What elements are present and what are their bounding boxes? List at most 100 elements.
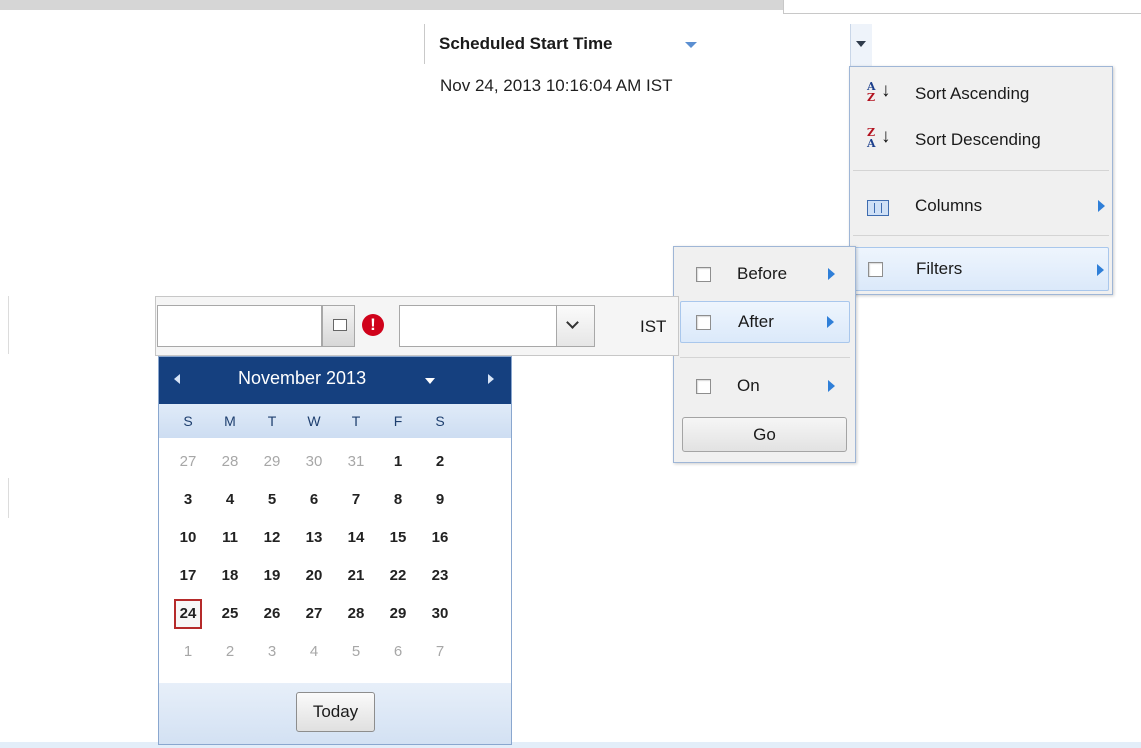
calendar-day[interactable]: 19 bbox=[258, 561, 286, 591]
menu-item-sort-ascending[interactable]: A Z ↓ Sort Ascending bbox=[853, 75, 1109, 113]
sort-ascending-icon: A Z ↓ bbox=[865, 80, 895, 108]
calendar-day-other-month[interactable]: 3 bbox=[258, 637, 286, 667]
submenu-arrow-icon bbox=[828, 380, 835, 392]
calendar-day[interactable]: 23 bbox=[426, 561, 454, 591]
weekday-label: W bbox=[307, 413, 321, 429]
weekday-label: S bbox=[435, 413, 445, 429]
chevron-down-icon[interactable] bbox=[425, 378, 435, 384]
previous-month-icon[interactable] bbox=[174, 374, 180, 384]
calendar-day[interactable]: 11 bbox=[216, 523, 244, 553]
calendar-day-other-month[interactable]: 29 bbox=[258, 447, 286, 477]
top-right-pane bbox=[783, 0, 1141, 14]
calendar-day-selected[interactable]: 24 bbox=[174, 599, 202, 629]
calendar-day-other-month[interactable]: 4 bbox=[300, 637, 328, 667]
calendar-day-other-month[interactable]: 30 bbox=[300, 447, 328, 477]
calendar-day[interactable]: 17 bbox=[174, 561, 202, 591]
calendar-day[interactable]: 10 bbox=[174, 523, 202, 553]
sort-descending-icon: Z A ↓ bbox=[865, 126, 895, 154]
calendar-day[interactable]: 2 bbox=[426, 447, 454, 477]
calendar-day[interactable]: 7 bbox=[342, 485, 370, 515]
menu-separator bbox=[853, 170, 1109, 171]
before-checkbox[interactable] bbox=[696, 267, 711, 282]
calendar-day[interactable]: 22 bbox=[384, 561, 412, 591]
next-month-icon[interactable] bbox=[488, 374, 494, 384]
go-button[interactable]: Go bbox=[682, 417, 847, 452]
calendar-day[interactable]: 27 bbox=[300, 599, 328, 629]
left-divider bbox=[8, 296, 9, 354]
menu-item-label: Filters bbox=[916, 259, 963, 278]
timezone-label: IST bbox=[640, 317, 667, 336]
weekday-label: T bbox=[351, 413, 361, 429]
filter-item-label: Before bbox=[737, 264, 788, 283]
calendar-day-other-month[interactable]: 1 bbox=[174, 637, 202, 667]
filter-item-label: After bbox=[738, 312, 774, 331]
today-button[interactable]: Today bbox=[296, 692, 375, 732]
column-divider bbox=[424, 24, 425, 64]
calendar-day[interactable]: 8 bbox=[384, 485, 412, 515]
calendar-day[interactable]: 28 bbox=[342, 599, 370, 629]
calendar-day-other-month[interactable]: 6 bbox=[384, 637, 412, 667]
calendar-day-other-month[interactable]: 28 bbox=[216, 447, 244, 477]
time-field[interactable] bbox=[399, 305, 557, 347]
calendar-day[interactable]: 30 bbox=[426, 599, 454, 629]
calendar-day[interactable]: 6 bbox=[300, 485, 328, 515]
calendar-day[interactable]: 1 bbox=[384, 447, 412, 477]
weekday-label: F bbox=[393, 413, 403, 429]
calendar-day[interactable]: 26 bbox=[258, 599, 286, 629]
date-field[interactable] bbox=[157, 305, 322, 347]
calendar-day[interactable]: 5 bbox=[258, 485, 286, 515]
weekday-header-row bbox=[159, 404, 511, 438]
calendar-day[interactable]: 14 bbox=[342, 523, 370, 553]
arrow-down-icon: ↓ bbox=[881, 80, 891, 101]
menu-item-filters[interactable]: Filters bbox=[853, 247, 1109, 291]
filter-item-after[interactable]: After bbox=[680, 301, 850, 343]
calendar-day[interactable]: 4 bbox=[216, 485, 244, 515]
arrow-down-icon: ↓ bbox=[881, 126, 891, 147]
submenu-arrow-icon bbox=[827, 316, 834, 328]
calendar-day[interactable]: 3 bbox=[174, 485, 202, 515]
after-checkbox[interactable] bbox=[696, 315, 711, 330]
submenu-arrow-icon bbox=[1098, 200, 1105, 212]
calendar-day[interactable]: 9 bbox=[426, 485, 454, 515]
calendar-day[interactable]: 15 bbox=[384, 523, 412, 553]
calendar-day-other-month[interactable]: 27 bbox=[174, 447, 202, 477]
filters-checkbox[interactable] bbox=[868, 262, 883, 277]
filter-item-label: On bbox=[737, 376, 760, 395]
calendar-day[interactable]: 12 bbox=[258, 523, 286, 553]
month-year-button[interactable]: November 2013 bbox=[238, 368, 366, 389]
weekday-label: T bbox=[267, 413, 277, 429]
sort-icon-letter: Z bbox=[867, 91, 876, 104]
menu-item-columns[interactable]: Columns bbox=[853, 187, 1109, 225]
calendar-day[interactable]: 16 bbox=[426, 523, 454, 553]
calendar-day[interactable]: 25 bbox=[216, 599, 244, 629]
column-menu: A Z ↓ Sort Ascending Z A ↓ Sort Descendi… bbox=[849, 66, 1113, 295]
calendar-day-other-month[interactable]: 2 bbox=[216, 637, 244, 667]
calendar-icon[interactable] bbox=[333, 319, 347, 331]
error-icon: ! bbox=[362, 314, 384, 336]
calendar-day[interactable]: 18 bbox=[216, 561, 244, 591]
column-title-scheduled-start-time[interactable]: Scheduled Start Time bbox=[439, 34, 613, 54]
menu-item-sort-descending[interactable]: Z A ↓ Sort Descending bbox=[853, 121, 1109, 159]
grid-cell-scheduled-start-time[interactable]: Nov 24, 2013 10:16:04 AM IST bbox=[440, 76, 672, 96]
calendar-day-other-month[interactable]: 7 bbox=[426, 637, 454, 667]
submenu-arrow-icon bbox=[1097, 264, 1104, 276]
on-checkbox[interactable] bbox=[696, 379, 711, 394]
columns-icon bbox=[867, 200, 889, 216]
menu-item-label: Sort Ascending bbox=[915, 84, 1030, 103]
time-dropdown-button[interactable] bbox=[556, 305, 595, 347]
weekday-label: M bbox=[224, 413, 236, 429]
submenu-arrow-icon bbox=[828, 268, 835, 280]
sort-icon-letter: A bbox=[867, 137, 876, 150]
calendar-day-other-month[interactable]: 5 bbox=[342, 637, 370, 667]
calendar-day[interactable]: 13 bbox=[300, 523, 328, 553]
menu-item-label: Sort Descending bbox=[915, 130, 1041, 149]
left-divider bbox=[8, 478, 9, 518]
calendar-day-other-month[interactable]: 31 bbox=[342, 447, 370, 477]
chevron-down-icon[interactable] bbox=[856, 41, 866, 47]
filter-item-before[interactable]: Before bbox=[680, 253, 850, 295]
calendar-day[interactable]: 29 bbox=[384, 599, 412, 629]
filter-item-on[interactable]: On bbox=[680, 365, 850, 407]
menu-separator bbox=[680, 357, 850, 358]
calendar-day[interactable]: 21 bbox=[342, 561, 370, 591]
calendar-day[interactable]: 20 bbox=[300, 561, 328, 591]
